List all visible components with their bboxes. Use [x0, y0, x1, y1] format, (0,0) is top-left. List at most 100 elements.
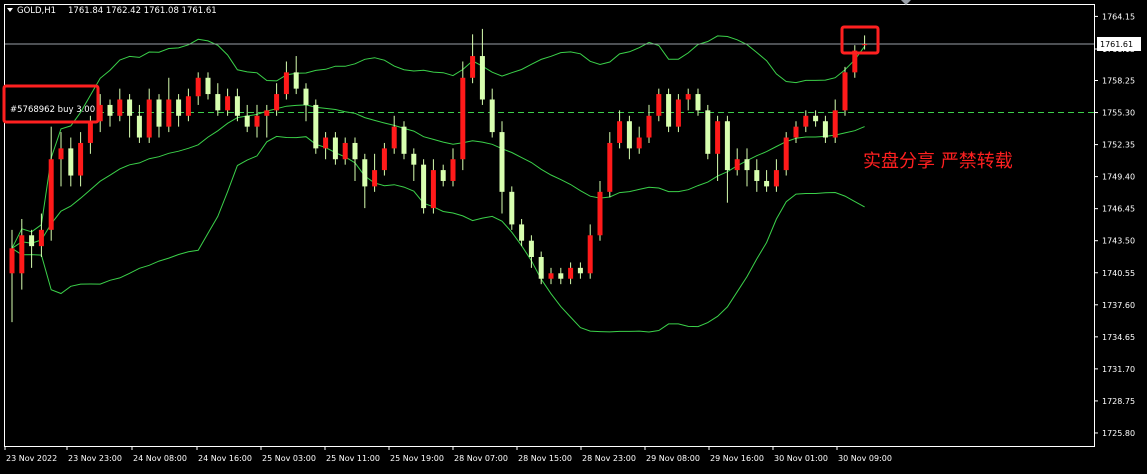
watermark-text: 实盘分享 严禁转载 [863, 151, 1013, 172]
candle-body [568, 267, 574, 279]
order-label: #5768962 buy 3.00 [10, 105, 95, 115]
candle-body [705, 110, 711, 154]
candle-body [470, 56, 476, 78]
candle-body [489, 99, 495, 133]
candle-body [430, 170, 436, 209]
x-tick-label: 24 Nov 08:00 [133, 454, 187, 463]
candle-body [695, 94, 701, 111]
x-tick-label: 30 Nov 09:00 [838, 454, 892, 463]
x-tick-label: 28 Nov 07:00 [454, 454, 508, 463]
candle-body [68, 148, 74, 176]
candle-body [646, 115, 652, 138]
candle-body [558, 273, 564, 279]
candle-body [48, 159, 54, 230]
x-tick-label: 25 Nov 11:00 [326, 454, 380, 463]
candle-body [244, 115, 250, 127]
candle-body [460, 77, 466, 160]
candle-body [107, 104, 113, 116]
candle-body [813, 115, 819, 122]
candle-body [421, 164, 427, 209]
candle-body [656, 94, 662, 116]
candle-body [293, 72, 299, 89]
candle-body [597, 191, 603, 236]
candle-body [832, 110, 838, 138]
candle-body [440, 170, 446, 181]
candle-body [176, 99, 182, 116]
candle-body [117, 99, 123, 116]
candle-body [332, 137, 338, 160]
chart-canvas: 1764.151761.151758.251755.301752.351749.… [0, 0, 1147, 470]
y-tick-label: 1728.75 [1102, 397, 1135, 406]
candle-body [195, 77, 201, 97]
candle-body [323, 137, 329, 149]
candle-body [362, 159, 368, 187]
candle-body [675, 99, 681, 127]
x-tick-label: 24 Nov 16:00 [198, 454, 252, 463]
candle-body [381, 148, 387, 171]
y-tick-label: 1731.70 [1102, 365, 1135, 374]
candle-body [724, 121, 730, 171]
candle-body [313, 104, 319, 149]
symbol-label: GOLD,H1 [17, 6, 56, 16]
candle-body [185, 96, 191, 116]
candle-body [391, 126, 397, 149]
candle-body [215, 94, 221, 111]
candle-body [156, 99, 162, 127]
candle-body [538, 257, 544, 279]
candle-body [283, 72, 289, 95]
candle-body [862, 44, 868, 46]
x-tick-label: 25 Nov 03:00 [262, 454, 316, 463]
y-tick-label: 1749.40 [1102, 173, 1135, 182]
candle-body [342, 142, 348, 160]
candle-body [411, 153, 417, 165]
candle-body [499, 132, 505, 192]
candle-body [450, 159, 456, 181]
candle-body [78, 142, 84, 176]
candle-body [607, 142, 613, 192]
candle-body [587, 235, 593, 274]
y-tick-label: 1737.60 [1102, 301, 1135, 310]
x-tick-label: 23 Nov 23:00 [68, 454, 122, 463]
candle-body [372, 170, 378, 187]
candle-body [754, 170, 760, 181]
candle-body [127, 99, 133, 116]
chart-header: GOLD,H1 1761.84 1762.42 1761.08 1761.61 [7, 6, 217, 16]
candle-body [234, 96, 240, 116]
current-price-label: 1761.61 [1100, 40, 1133, 49]
candle-body [842, 72, 848, 111]
candle-body [793, 126, 799, 138]
x-tick-label: 25 Nov 19:00 [390, 454, 444, 463]
candle-body [87, 121, 93, 143]
candle-body [29, 235, 35, 247]
candle-body [803, 115, 809, 127]
candle-body [401, 126, 407, 154]
y-tick-label: 1725.80 [1102, 429, 1135, 438]
candle-body [146, 99, 152, 138]
y-tick-label: 1758.25 [1102, 76, 1135, 85]
candle-body [225, 96, 231, 111]
candle-body [577, 267, 583, 274]
candle-body [548, 273, 554, 279]
candle-body [617, 121, 623, 143]
y-tick-label: 1746.45 [1102, 205, 1135, 214]
x-tick-label: 23 Nov 2022 [6, 454, 57, 463]
candle-body [264, 110, 270, 116]
x-tick-label: 28 Nov 23:00 [582, 454, 636, 463]
x-tick-label: 29 Nov 16:00 [710, 454, 764, 463]
candle-body [626, 121, 632, 149]
y-tick-label: 1764.15 [1102, 12, 1135, 21]
ohlc-label: 1761.84 1762.42 1761.08 1761.61 [68, 6, 217, 16]
candle-body [352, 142, 358, 160]
candle-body [19, 235, 25, 274]
y-tick-label: 1752.35 [1102, 141, 1135, 150]
candle-body [254, 115, 260, 127]
candle-body [136, 115, 142, 138]
candle-body [58, 148, 64, 160]
candle-body [303, 88, 309, 105]
candle-body [479, 56, 485, 100]
candle-body [205, 77, 211, 95]
candle-body [734, 159, 740, 171]
candle-body [9, 248, 15, 274]
candle-body [744, 159, 750, 171]
x-tick-label: 29 Nov 08:00 [646, 454, 700, 463]
